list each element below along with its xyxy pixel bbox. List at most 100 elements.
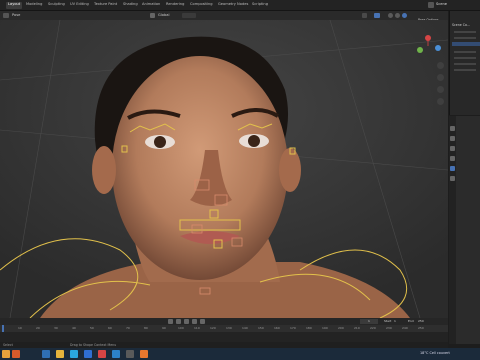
outliner-row[interactable] (454, 51, 476, 53)
frame-tick: 100 (178, 326, 184, 330)
transform-orientation-icon (150, 13, 155, 18)
outliner-root[interactable]: Scene Co... (452, 23, 470, 27)
frame-tick: 150 (258, 326, 264, 330)
tab-scripting[interactable]: Scripting (252, 2, 268, 9)
frame-tick: 160 (274, 326, 280, 330)
xray-toggle-icon[interactable] (374, 13, 380, 18)
current-frame-field[interactable]: 1 (360, 319, 378, 324)
frame-tick: 220 (370, 326, 376, 330)
outliner-row[interactable] (454, 31, 476, 33)
frame-tick: 40 (72, 326, 76, 330)
frame-tick: 200 (338, 326, 344, 330)
frame-tick: 50 (90, 326, 94, 330)
blender-icon[interactable] (140, 350, 148, 358)
jump-end-icon[interactable] (200, 319, 205, 324)
frame-tick: 130 (226, 326, 232, 330)
modifier-icon[interactable] (450, 176, 455, 181)
frame-tick: 170 (290, 326, 296, 330)
frame-tick: 80 (144, 326, 148, 330)
frame-tick: 230 (386, 326, 392, 330)
frame-tick: 20 (36, 326, 40, 330)
frame-tick: 210 (354, 326, 360, 330)
outliner-row[interactable] (454, 63, 476, 65)
transform-orientation[interactable]: Global (158, 13, 169, 17)
outliner-row[interactable] (454, 37, 476, 39)
end-label: End (408, 319, 414, 323)
zoom-icon[interactable] (437, 62, 444, 69)
file-explorer-icon[interactable] (56, 350, 64, 358)
tab-modeling[interactable]: Modeling (26, 2, 42, 9)
frame-tick: 240 (402, 326, 408, 330)
tab-layout[interactable]: Layout (6, 2, 23, 9)
render-icon[interactable] (450, 136, 455, 141)
tab-uv-editing[interactable]: UV Editing (70, 2, 89, 9)
tab-sculpting[interactable]: Sculpting (48, 2, 65, 9)
tab-animation[interactable]: Animation (142, 2, 160, 9)
start-label: Start (384, 319, 392, 323)
play-icon[interactable] (184, 319, 189, 324)
perspective-toggle-icon[interactable] (437, 98, 444, 105)
outliner-row[interactable] (454, 69, 476, 71)
taskbar: 18°C Cell couvert (0, 348, 480, 360)
timeline-ruler[interactable]: 10 20 30 40 50 60 70 80 90 100 110 120 1… (0, 325, 448, 332)
vscode-icon[interactable] (112, 350, 120, 358)
chrome-icon[interactable] (98, 350, 106, 358)
viewport-render (0, 20, 448, 318)
task-view-icon[interactable] (42, 350, 50, 358)
frame-tick: 190 (322, 326, 328, 330)
object-props-icon[interactable] (450, 166, 455, 171)
scene-name[interactable]: Scene (436, 2, 447, 6)
frame-tick: 250 (418, 326, 424, 330)
prev-key-icon[interactable] (176, 319, 181, 324)
next-key-icon[interactable] (192, 319, 197, 324)
playhead[interactable] (2, 325, 4, 332)
3d-viewport[interactable] (0, 20, 448, 318)
camera-view-icon[interactable] (437, 86, 444, 93)
outliner-row-selected[interactable] (452, 42, 480, 46)
frame-tick: 140 (242, 326, 248, 330)
end-field[interactable]: 250 (418, 319, 424, 323)
tab-shading[interactable]: Shading (123, 2, 138, 9)
shading-material-icon[interactable] (395, 13, 400, 18)
tab-compositing[interactable]: Compositing (190, 2, 213, 9)
tool-icon[interactable] (450, 126, 455, 131)
pan-hand-icon[interactable] (437, 74, 444, 81)
scene-props-icon[interactable] (450, 156, 455, 161)
output-icon[interactable] (450, 146, 455, 151)
weather-widget[interactable]: 18°C Cell couvert (420, 351, 450, 355)
mode-selector[interactable]: Pose (12, 13, 20, 17)
edge-icon[interactable] (70, 350, 78, 358)
jump-start-icon[interactable] (168, 319, 173, 324)
frame-tick: 110 (194, 326, 200, 330)
outliner-row[interactable] (454, 57, 476, 59)
overlay-icon[interactable] (362, 13, 367, 18)
workspace-bar: Layout Modeling Sculpting UV Editing Tex… (0, 0, 480, 11)
frame-tick: 70 (126, 326, 130, 330)
frame-tick: 90 (162, 326, 166, 330)
properties-tabs (449, 116, 456, 344)
status-left: Select (3, 343, 13, 347)
status-mid: Drag to Shape Context Menu (70, 343, 117, 347)
frame-tick: 30 (54, 326, 58, 330)
start-icon[interactable] (2, 350, 10, 358)
mail-icon[interactable] (84, 350, 92, 358)
shading-solid-icon[interactable] (388, 13, 393, 18)
editor-type-icon[interactable] (3, 13, 9, 18)
start-field[interactable]: 1 (394, 319, 396, 323)
tab-geometry-nodes[interactable]: Geometry Nodes (218, 2, 248, 9)
frame-tick: 10 (18, 326, 22, 330)
tab-texture-paint[interactable]: Texture Paint (94, 2, 117, 9)
timeline-track[interactable] (0, 332, 448, 342)
snap-toggle[interactable] (182, 13, 196, 18)
timeline-header: 1 Start 1 End 250 (0, 318, 448, 325)
outliner-panel: Scene Co... (449, 11, 480, 115)
search-icon[interactable] (12, 350, 20, 358)
tab-rendering[interactable]: Rendering (166, 2, 184, 9)
frame-tick: 180 (306, 326, 312, 330)
shading-rendered-icon[interactable] (402, 13, 407, 18)
photos-icon[interactable] (126, 350, 134, 358)
viewport-header: Pose Global Pose Options (0, 11, 448, 22)
frame-tick: 120 (210, 326, 216, 330)
frame-tick: 60 (108, 326, 112, 330)
scene-icon[interactable] (428, 2, 434, 8)
